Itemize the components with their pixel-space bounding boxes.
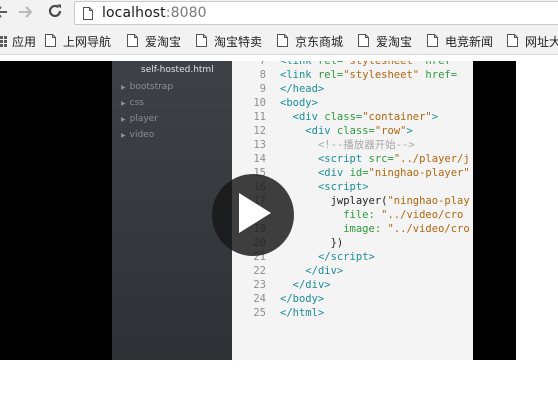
bookmark-item[interactable]: 网址大	[507, 32, 558, 50]
folder-label: video	[129, 130, 155, 140]
folder-label: player	[129, 114, 158, 124]
code-line: 25 </html>	[232, 306, 473, 320]
sidebar-file-name: self-hosted.html	[141, 65, 214, 75]
caret-right-icon: ▶	[121, 83, 126, 91]
line-number: 10	[253, 97, 266, 109]
sidebar-folder: ▶ player	[121, 114, 158, 124]
code-line: 11 <div class="container">	[232, 110, 473, 124]
bookmark-label: 上网导航	[63, 34, 112, 49]
back-button[interactable]	[0, 3, 8, 23]
line-number: 24	[253, 293, 266, 305]
bookmark-item[interactable]: 爱淘宝	[358, 32, 412, 50]
code-text: <!--播放器开始-->	[317, 139, 415, 151]
code-text: <link rel="stylesheet" href=	[280, 69, 458, 81]
bookmark-label: 应用	[12, 34, 37, 49]
code-text: </body>	[280, 293, 325, 305]
page-icon	[427, 34, 439, 48]
sidebar-folder: ▶ bootstrap	[121, 82, 173, 92]
code-text: <div class="row">	[305, 125, 413, 137]
play-icon	[233, 191, 273, 239]
code-text: </html>	[280, 307, 325, 319]
bookmarks-bar: 应用 上网导航 爱淘宝 淘宝特卖 京东商城 爱淘宝 电竞新闻 网址大	[0, 27, 558, 55]
code-text: <body>	[280, 97, 318, 109]
code-line: 14 <script src="../player/j	[232, 152, 473, 166]
code-text: jwplayer("ninghao-play	[330, 195, 470, 207]
forward-button[interactable]	[15, 3, 37, 23]
line-number: 23	[253, 279, 266, 291]
play-button[interactable]	[212, 174, 294, 256]
line-number: 22	[253, 265, 266, 277]
page-icon	[277, 34, 289, 48]
bookmark-label: 爱淘宝	[376, 34, 413, 49]
code-line: 7 <link rel="stylesheet" href	[232, 61, 473, 68]
folder-label: css	[129, 98, 144, 108]
bookmark-label: 电竞新闻	[445, 34, 494, 49]
bookmark-item[interactable]: 淘宝特卖	[196, 32, 262, 50]
sidebar-folder: ▶ css	[121, 98, 144, 108]
bookmark-label: 京东商城	[295, 34, 344, 49]
folder-label: bootstrap	[129, 82, 174, 92]
url-host: localhost	[102, 5, 166, 21]
bookmark-item[interactable]: 上网导航	[45, 32, 111, 50]
page-icon	[45, 34, 57, 48]
bookmark-label: 淘宝特卖	[214, 34, 263, 49]
browser-toolbar: localhost:8080	[0, 0, 558, 27]
video-player[interactable]: self-hosted.html ▶ bootstrap ▶ css ▶ player…	[0, 61, 516, 360]
code-text: <div id="ninghao-player"	[317, 167, 470, 179]
bookmark-item[interactable]: 京东商城	[277, 32, 343, 50]
code-line: 10 <body>	[232, 96, 473, 110]
code-text: <script src="../player/j	[317, 153, 470, 165]
code-text: image: "../video/cro	[343, 223, 470, 235]
line-number: 7	[259, 61, 266, 67]
sidebar-folder: ▶ video	[121, 130, 154, 140]
bookmark-item[interactable]: 爱淘宝	[127, 32, 181, 50]
reload-button[interactable]	[44, 3, 66, 23]
code-text: </head>	[280, 83, 325, 95]
arrow-right-icon	[18, 4, 34, 23]
page-icon	[507, 34, 519, 48]
code-line: 23 </div>	[232, 278, 473, 292]
code-text: <div class="container">	[292, 111, 439, 123]
line-number: 14	[253, 153, 266, 165]
url-port: :8080	[165, 5, 207, 21]
address-bar[interactable]: localhost:8080	[74, 1, 558, 25]
page-content: self-hosted.html ▶ bootstrap ▶ css ▶ player…	[0, 56, 558, 403]
bookmark-label: 网址大	[525, 34, 558, 49]
page-icon	[127, 34, 139, 48]
reload-icon	[47, 3, 63, 23]
page-icon	[358, 34, 370, 48]
code-text: })	[330, 237, 344, 249]
line-number: 11	[253, 111, 266, 123]
page-icon	[196, 34, 208, 48]
code-line: 22 </div>	[232, 264, 473, 278]
code-line: 8 <link rel="stylesheet" href=	[232, 68, 473, 82]
code-line: 12 <div class="row">	[232, 124, 473, 138]
bookmark-label: 爱淘宝	[145, 34, 182, 49]
apps-grid-icon	[0, 35, 7, 47]
url-text[interactable]: localhost:8080	[102, 5, 207, 21]
code-text: <link rel="stylesheet" href	[280, 61, 451, 67]
bookmark-apps[interactable]: 应用	[0, 32, 36, 50]
code-text: </div>	[305, 265, 344, 277]
line-number: 8	[259, 69, 266, 81]
code-text: <script>	[317, 181, 369, 193]
code-line: 9 </head>	[232, 82, 473, 96]
code-text: </script>	[317, 251, 375, 263]
caret-right-icon: ▶	[121, 99, 126, 107]
line-number: 25	[253, 307, 266, 319]
line-number: 9	[259, 83, 266, 95]
code-line: 24 </body>	[232, 292, 473, 306]
caret-right-icon: ▶	[121, 115, 126, 123]
page-icon	[83, 6, 93, 20]
line-number: 13	[253, 139, 266, 151]
arrow-left-icon	[0, 4, 8, 23]
code-text: </div>	[292, 279, 331, 291]
caret-right-icon: ▶	[121, 131, 126, 139]
code-text: file: "../video/cro	[343, 209, 464, 221]
code-line: 13 <!--播放器开始-->	[232, 138, 473, 152]
line-number: 12	[253, 125, 266, 137]
bookmark-item[interactable]: 电竞新闻	[427, 32, 493, 50]
